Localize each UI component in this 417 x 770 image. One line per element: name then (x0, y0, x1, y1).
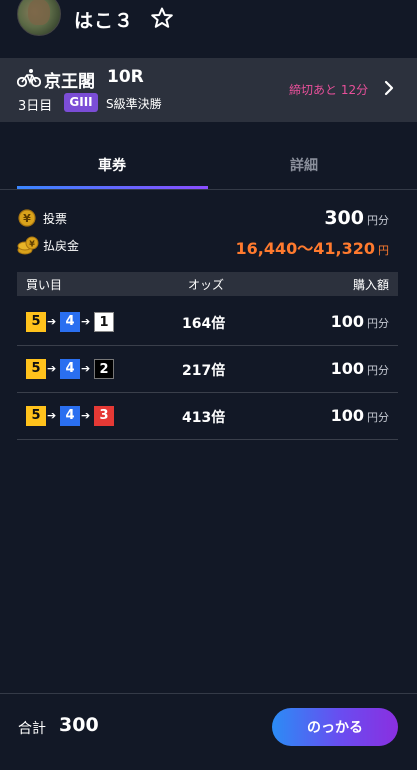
table-row: 5 ➔ 4 ➔ 1 164倍 100 円分 (17, 300, 398, 346)
arrow-right-icon: ➔ (47, 409, 57, 422)
odds-value: 413倍 (182, 410, 226, 426)
odds-value: 164倍 (182, 316, 226, 332)
car-number-box: 4 (60, 312, 80, 332)
user-name: はこ３ (74, 10, 135, 32)
purchase-amount: 100 円分 (330, 406, 389, 425)
arrow-right-icon: ➔ (81, 362, 91, 375)
car-number-box: 2 (94, 359, 114, 379)
bet-label: 投票 (43, 212, 68, 226)
car-number-box: 3 (94, 406, 114, 426)
bet-amount: 300 円分 (324, 207, 389, 229)
race-class: S級準決勝 (106, 97, 162, 111)
car-number-box: 5 (26, 359, 46, 379)
header-amount: 購入額 (352, 278, 389, 292)
tab-bar: 車券 詳細 (0, 150, 417, 190)
total-value: 300 (59, 714, 99, 736)
car-number-box: 5 (26, 406, 46, 426)
arrow-right-icon: ➔ (81, 409, 91, 422)
star-outline-icon[interactable] (150, 6, 174, 30)
car-number-box: 4 (60, 359, 80, 379)
tab-detail[interactable]: 詳細 (290, 155, 318, 175)
tab-ticket[interactable]: 車券 (98, 155, 126, 175)
footer-divider (0, 693, 417, 694)
coins-stack-icon: ¥ (17, 236, 39, 255)
deadline-text: 締切あと 12分 (289, 83, 369, 97)
car-number-box: 4 (60, 406, 80, 426)
join-button[interactable]: のっかる (272, 708, 398, 746)
total-label: 合計 (18, 721, 46, 737)
odds-value: 217倍 (182, 363, 226, 379)
arrow-right-icon: ➔ (81, 315, 91, 328)
divider (0, 189, 417, 190)
arrow-right-icon: ➔ (47, 362, 57, 375)
purchase-amount: 100 円分 (330, 359, 389, 378)
payout-label: 払戻金 (43, 239, 80, 253)
yen-coin-icon: ¥ (18, 209, 36, 227)
header-odds: オッズ (188, 278, 225, 292)
svg-text:¥: ¥ (29, 240, 35, 249)
race-number: 10R (107, 67, 144, 87)
bets-table-header: 買い目 オッズ 購入額 (17, 272, 398, 296)
race-day: 3日目 (18, 99, 53, 114)
avatar[interactable] (17, 0, 61, 36)
table-row: 5 ➔ 4 ➔ 2 217倍 100 円分 (17, 347, 398, 393)
venue-name: 京王閣 (44, 72, 95, 92)
arrow-right-icon: ➔ (47, 315, 57, 328)
svg-text:¥: ¥ (23, 212, 31, 225)
payout-range: 16,440〜41,320 円 (235, 239, 390, 258)
app-header: はこ３ (0, 0, 417, 42)
car-number-box: 5 (26, 312, 46, 332)
car-number-box: 1 (94, 312, 114, 332)
purchase-amount: 100 円分 (330, 312, 389, 331)
grade-badge: GIII (64, 93, 98, 112)
bicycle-icon (17, 69, 41, 88)
race-info-bar[interactable]: 京王閣 10R 3日目 GIII S級準決勝 締切あと 12分 (0, 58, 417, 122)
header-combination: 買い目 (26, 278, 63, 292)
table-row: 5 ➔ 4 ➔ 3 413倍 100 円分 (17, 394, 398, 440)
chevron-right-icon[interactable] (383, 80, 395, 96)
